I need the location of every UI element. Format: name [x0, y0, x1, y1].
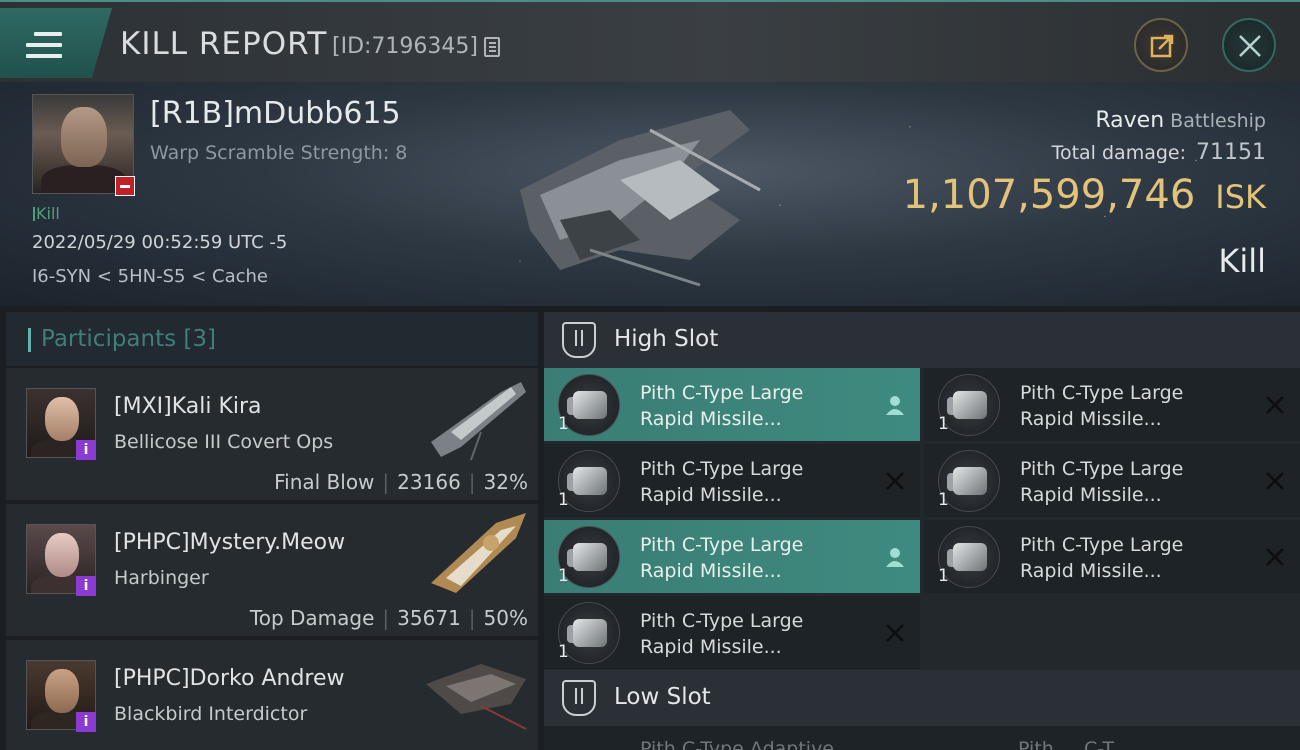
participants-header: Participants [3] — [6, 312, 538, 366]
module-item[interactable]: 1 Pith C-Type Large Rapid Missile... — [924, 444, 1300, 517]
fittings-panel: High Slot 1 Pith C-Type Large Rapid Missi… — [544, 312, 1300, 750]
menu-button[interactable] — [0, 8, 112, 78]
x-icon — [1266, 548, 1284, 566]
top-bar: KILL REPORT [ID:7196345] — [0, 0, 1300, 82]
module-name: Pith C-Type Adaptive — [640, 738, 834, 750]
ship-class: Battleship — [1170, 110, 1266, 132]
participant-stats: Final Blow | 23166 | 32% — [274, 470, 528, 494]
participants-count: [3] — [183, 326, 217, 352]
x-icon — [1266, 472, 1284, 490]
participant-ship: Harbinger — [114, 567, 209, 589]
share-button[interactable] — [1134, 18, 1188, 72]
module-quantity: 1 — [558, 414, 569, 434]
low-slot-icon — [562, 680, 596, 716]
module-quantity: 1 — [558, 566, 569, 586]
participant-damage: 35671 — [397, 606, 461, 630]
module-name: Pith C-Type Large Rapid Missile... — [640, 610, 804, 658]
module-name: Pith C-Type Large Rapid Missile... — [640, 534, 804, 582]
module-item[interactable]: 1 Pith C-Type Large Rapid Missile... — [544, 520, 920, 593]
module-item[interactable]: 1 Pith C-Type Large Rapid Missile... — [924, 368, 1300, 441]
participant-name[interactable]: [PHPC]Mystery.Meow — [114, 530, 345, 555]
module-item[interactable]: 1 Pith C-Type Large Rapid Missile... — [544, 596, 920, 669]
module-name: Pith C-Type Large Rapid Missile... — [1020, 534, 1184, 582]
x-icon — [886, 472, 904, 490]
high-slot-header: High Slot — [544, 312, 1300, 368]
participant-ship-image — [426, 664, 527, 730]
victim-name[interactable]: [R1B]mDubb615 — [150, 96, 401, 131]
module-name: Pith C-Type Large Rapid Missile... — [1020, 458, 1184, 506]
close-icon — [1239, 35, 1261, 57]
module-name: Pith . . C-T. . . — [1018, 738, 1142, 750]
low-slot-header: Low Slot — [544, 670, 1300, 726]
x-icon — [1266, 396, 1284, 414]
corp-badge-icon — [115, 176, 135, 196]
participants-panel: Participants [3] i [MXI]Kali Kira Bellic… — [6, 312, 538, 750]
module-name: Pith C-Type Large Rapid Missile... — [640, 458, 804, 506]
person-icon — [886, 396, 904, 415]
participant-ship: Bellicose III Covert Ops — [114, 431, 334, 453]
total-damage: Total damage: 71151 — [1052, 140, 1266, 165]
module-quantity: 1 — [938, 414, 949, 434]
module-item[interactable]: 1 Pith C-Type Large Rapid Missile... — [544, 368, 920, 441]
participant-row[interactable]: i [PHPC]Dorko Andrew Blackbird Interdict… — [6, 640, 538, 750]
hamburger-icon[interactable] — [26, 32, 62, 60]
share-icon — [1150, 34, 1174, 58]
copy-icon[interactable] — [484, 37, 500, 57]
participants-label: Participants — [41, 326, 177, 352]
participant-role: Final Blow — [274, 470, 375, 494]
low-slot-modules-partial[interactable]: Pith C-Type Adaptive Pith . . C-T. . . — [544, 726, 1300, 750]
info-icon[interactable]: i — [76, 576, 96, 596]
module-quantity: 1 — [558, 490, 569, 510]
participant-stats: Top Damage | 35671 | 50% — [249, 606, 528, 630]
kill-location[interactable]: I6-SYN < 5HN-S5 < Cache — [32, 266, 268, 287]
module-quantity: 1 — [938, 566, 949, 586]
participant-row[interactable]: i [PHPC]Mystery.Meow Harbinger Top Damag… — [6, 504, 538, 638]
x-icon — [886, 624, 904, 642]
info-icon[interactable]: i — [76, 440, 96, 460]
participant-ship: Blackbird Interdictor — [114, 703, 308, 725]
module-quantity: 1 — [558, 642, 569, 662]
warp-scramble-strength: Warp Scramble Strength: 8 — [150, 142, 408, 164]
kill-datetime: 2022/05/29 00:52:59 UTC -5 — [32, 232, 288, 253]
kill-tag: Kill — [33, 204, 60, 223]
person-icon — [886, 548, 904, 567]
isk-amount: 1,107,599,746 — [902, 172, 1196, 218]
total-damage-label: Total damage: — [1051, 142, 1186, 164]
participant-row[interactable]: i [MXI]Kali Kira Bellicose III Covert Op… — [6, 368, 538, 502]
page-title: KILL REPORT — [120, 26, 328, 62]
module-name: Pith C-Type Large Rapid Missile... — [640, 382, 804, 430]
participant-name[interactable]: [MXI]Kali Kira — [114, 394, 262, 419]
isk-unit: ISK — [1215, 178, 1266, 216]
low-slot-title: Low Slot — [614, 684, 711, 710]
high-slot-icon — [562, 322, 596, 358]
report-id: [ID:7196345] — [332, 34, 478, 59]
ship-type: Raven — [1095, 108, 1165, 133]
module-quantity: 1 — [938, 490, 949, 510]
module-item[interactable]: 1 Pith C-Type Large Rapid Missile... — [924, 520, 1300, 593]
participant-role: Top Damage — [249, 606, 375, 630]
participants-title: Participants [3] — [41, 326, 216, 352]
module-name: Pith C-Type Large Rapid Missile... — [1020, 382, 1184, 430]
participant-name[interactable]: [PHPC]Dorko Andrew — [114, 666, 345, 691]
participant-percent: 50% — [483, 606, 528, 630]
victim-ship-name[interactable]: Raven Battleship — [1095, 108, 1266, 133]
participant-ship-image — [431, 513, 526, 593]
victim-summary: [R1B]mDubb615 Warp Scramble Strength: 8 … — [0, 82, 1300, 306]
info-icon[interactable]: i — [76, 712, 96, 732]
isk-value: 1,107,599,746 ISK — [903, 172, 1266, 218]
header-accent — [28, 328, 31, 352]
victim-ship-image[interactable] — [500, 100, 790, 290]
result-label: Kill — [1218, 242, 1266, 280]
module-item[interactable]: 1 Pith C-Type Large Rapid Missile... — [544, 444, 920, 517]
participant-damage: 23166 — [397, 470, 461, 494]
high-slot-title: High Slot — [614, 326, 719, 352]
participant-ship-image — [431, 382, 526, 461]
participant-percent: 32% — [483, 470, 528, 494]
total-damage-value: 71151 — [1196, 140, 1266, 165]
close-button[interactable] — [1222, 18, 1276, 72]
